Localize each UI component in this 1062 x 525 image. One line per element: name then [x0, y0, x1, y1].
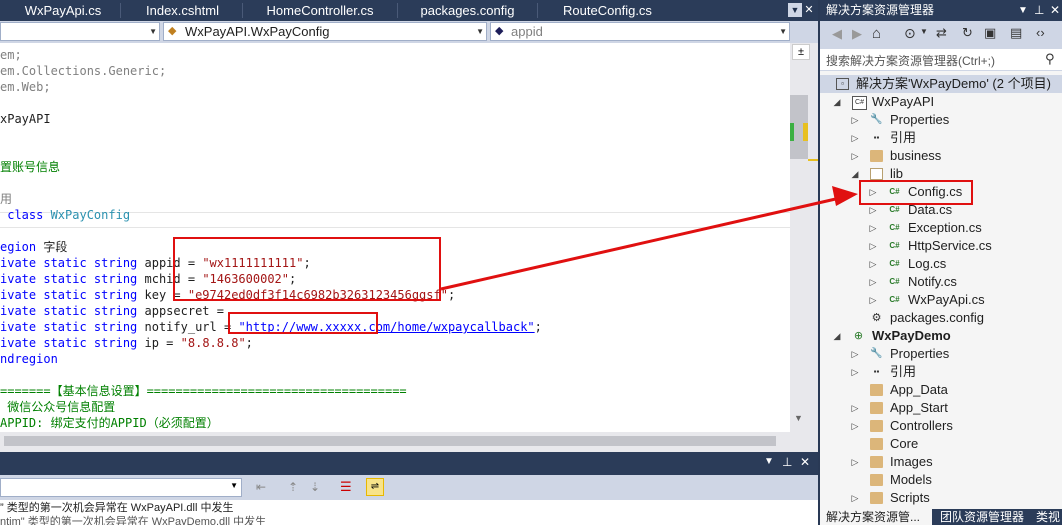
annotation-arrow-line: [440, 196, 841, 291]
arrow-head-icon: [832, 186, 858, 206]
annotation-arrow: [440, 186, 858, 291]
